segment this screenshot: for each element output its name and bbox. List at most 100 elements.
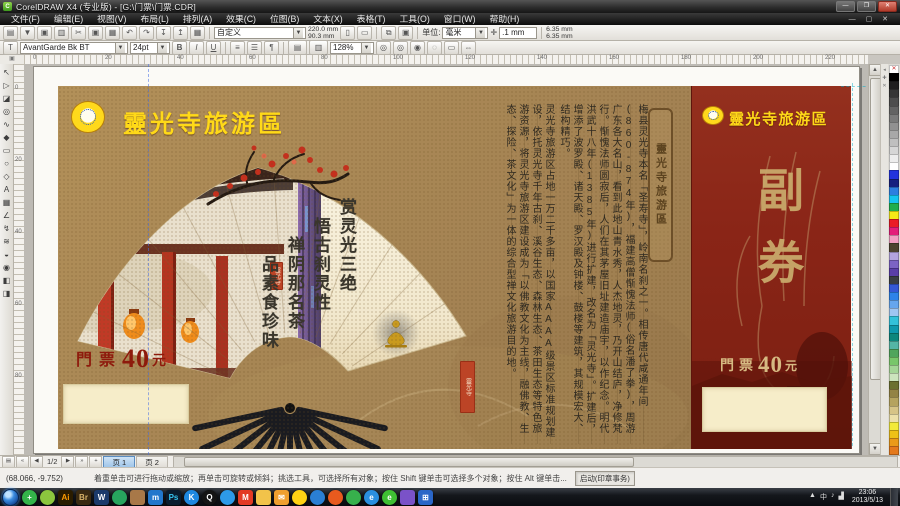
bold-button[interactable]: B [172,41,187,55]
app-k-icon[interactable]: K [184,490,199,505]
app-media-icon[interactable] [400,490,415,505]
app-thunder-icon[interactable] [292,490,307,505]
toolbox-eyedropper-tool[interactable]: ◒ [1,248,13,261]
app-360se-icon[interactable]: e [382,490,397,505]
copy-icon[interactable]: ▣ [88,26,103,40]
drawing-canvas[interactable]: 靈光寺旅游區 靈光寺 梅县灵光寺本名「圣寿寺」，岭南名刹之一。相传唐代咸通年间(… [24,64,868,455]
docker-collapse-strip[interactable]: ◂✚✕ [880,64,888,455]
paste-icon[interactable]: ▦ [105,26,120,40]
app-red-icon[interactable] [328,490,343,505]
minimize-button[interactable]: — [836,1,855,12]
page-options-icon[interactable]: ▤ [2,456,15,468]
start-button[interactable] [2,489,19,506]
menu-item[interactable]: 布局(L) [133,13,175,25]
app-browser-icon[interactable] [220,490,235,505]
page-tab[interactable]: 页 2 [136,456,168,468]
add-page-button[interactable]: + [89,456,102,468]
toolbox-fill-tool[interactable]: ◧ [1,274,13,287]
text-frame-icon[interactable]: ▥ [309,40,328,55]
app-windows-icon[interactable]: ⊞ [418,490,433,505]
toolbox-zoom-tool[interactable]: ◎ [1,105,13,118]
menu-item[interactable]: 文件(F) [4,13,47,25]
prev-page-button[interactable]: ◀ [30,456,43,468]
toolbox-pick-tool[interactable]: ↖ [1,66,13,79]
font-combo[interactable]: AvantGarde Bk BT▼ [20,42,128,54]
tray-up-icon[interactable]: ▲ [809,492,816,502]
zoom-all-icon[interactable]: ◌ [427,41,442,55]
align-left-icon[interactable]: ≡ [230,41,245,55]
new-icon[interactable]: ▤ [3,26,18,40]
app-mail-icon[interactable]: ✉ [274,490,289,505]
page-tab[interactable]: 页 1 [103,456,135,468]
underline-button[interactable]: U [206,41,221,55]
current-page-icon[interactable]: ▣ [398,26,413,40]
close-button[interactable]: ✕ [878,1,897,12]
drop-cap-icon[interactable]: ¶ [264,41,279,55]
redo-icon[interactable]: ↷ [139,26,154,40]
menu-item[interactable]: 排列(A) [176,13,219,25]
show-desktop-button[interactable] [890,488,898,506]
text-options-icon[interactable]: T [3,41,18,55]
next-page-button[interactable]: ▶ [61,456,74,468]
paper-size-fields[interactable]: 220.0 mm90.3 mm [308,26,338,40]
toolbox-freehand-tool[interactable]: ∿ [1,118,13,131]
horizontal-scrollbar[interactable] [173,456,898,468]
zoom-page-icon[interactable]: ▭ [444,41,459,55]
toolbox-shape-tool[interactable]: ▷ [1,79,13,92]
app-leaf-icon[interactable] [40,490,55,505]
menu-item[interactable]: 文本(X) [306,13,349,25]
zoom-level-combo[interactable]: 128%▼ [330,42,374,54]
undo-icon[interactable]: ↶ [122,26,137,40]
guideline-vertical[interactable] [148,64,149,455]
zoom-width-icon[interactable]: ⇔ [461,41,476,55]
cut-icon[interactable]: ✂ [71,26,86,40]
taskbar-clock[interactable]: 23:062013/5/13 [848,489,887,505]
nudge-field[interactable]: .1 mm [499,27,537,39]
zoom-in-icon[interactable]: ◎ [376,41,391,55]
toolbox-text-tool[interactable]: A [1,183,13,196]
toolbox-polygon-tool[interactable]: ◇ [1,170,13,183]
bullets-icon[interactable]: ☰ [247,41,262,55]
app-360-icon[interactable]: + [22,490,37,505]
menu-item[interactable]: 窗口(W) [437,13,483,25]
folder-icon[interactable] [256,490,271,505]
toolbox-connector-tool[interactable]: ↯ [1,222,13,235]
menu-item[interactable]: 效果(C) [219,13,263,25]
last-page-button[interactable]: » [75,456,88,468]
edit-text-icon[interactable]: ▤ [288,40,307,55]
menu-item[interactable]: 工具(O) [392,13,436,25]
palette-swatch[interactable] [889,446,899,455]
toolbox-ellipse-tool[interactable]: ○ [1,157,13,170]
app-mgtv-icon[interactable]: M [238,490,253,505]
font-size-combo[interactable]: 24pt▼ [130,42,170,54]
page-area[interactable]: 靈光寺旅游區 靈光寺 梅县灵光寺本名「圣寿寺」，岭南名刹之一。相传唐代咸通年间(… [33,66,860,454]
menu-item[interactable]: 表格(T) [350,13,393,25]
app-photoshop-icon[interactable]: Ps [166,490,181,505]
app-illustrator-icon[interactable]: Ai [58,490,73,505]
ticket-design[interactable]: 靈光寺旅游區 靈光寺 梅县灵光寺本名「圣寿寺」，岭南名刹之一。相传唐代咸通年间(… [58,86,851,449]
menu-item[interactable]: 位图(B) [263,13,306,25]
app-bridge-icon[interactable]: Br [76,490,91,505]
toolbox-table-tool[interactable]: ▦ [1,196,13,209]
toolbox-blend-tool[interactable]: ≋ [1,235,13,248]
open-icon[interactable]: ▼ [20,26,35,40]
zoom-selected-icon[interactable]: ◉ [410,41,425,55]
tray-volume-icon[interactable]: ♪ [831,492,835,502]
toolbox-smart-fill-tool[interactable]: ◆ [1,131,13,144]
portrait-icon[interactable]: ▯ [340,26,355,40]
menu-item[interactable]: 帮助(H) [483,13,527,25]
menu-item[interactable]: 编辑(E) [47,13,90,25]
units-combo[interactable]: 毫米▼ [442,27,488,39]
save-icon[interactable]: ▣ [37,26,52,40]
app-green-icon[interactable] [112,490,127,505]
italic-button[interactable]: I [189,41,204,55]
horizontal-scroll-thumb[interactable] [184,457,634,467]
maximize-button[interactable]: ❐ [857,1,876,12]
app-launcher-icon[interactable]: ▦ [190,26,205,40]
toolbox-outline-pen-tool[interactable]: ◉ [1,261,13,274]
toolbox-interactive-fill-tool[interactable]: ◨ [1,287,13,300]
paper-preset-combo[interactable]: 自定义▼ [214,27,306,39]
duplicate-distance-fields[interactable]: 6.35 mm6.35 mm [546,26,572,40]
app-globe-icon[interactable] [310,490,325,505]
zoom-out-icon[interactable]: ◎ [393,41,408,55]
